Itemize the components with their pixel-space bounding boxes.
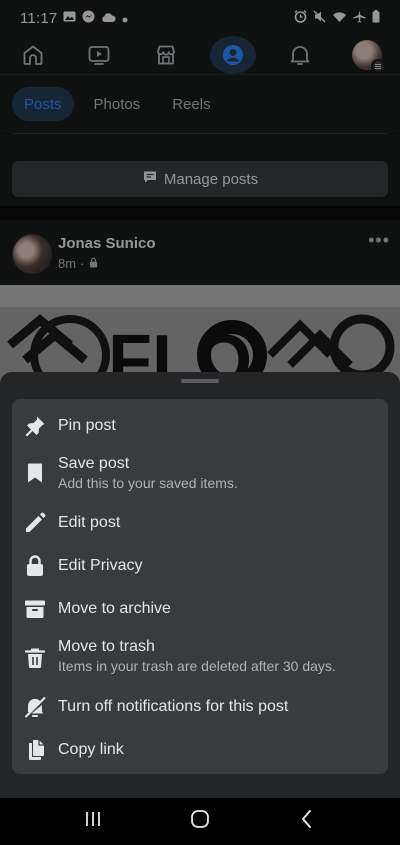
copy-icon [22,737,48,763]
menu-item-label: Move to archive [58,600,171,617]
menu-item-label: Turn off notifications for this post [58,698,289,715]
menu-item-subtitle: Items in your trash are deleted after 30… [58,658,336,674]
post-options-sheet: Pin post Save post Add this to your save… [0,372,400,798]
menu-item-save-post[interactable]: Save post Add this to your saved items. [12,451,388,495]
home-button-icon[interactable] [189,808,211,835]
menu-item-label: Edit post [58,514,121,531]
recents-icon[interactable] [82,808,104,835]
menu-item-label: Pin post [58,417,116,434]
archive-icon [22,596,48,622]
post-options-menu: Pin post Save post Add this to your save… [12,399,388,774]
menu-item-copy-link[interactable]: Copy link [12,733,388,767]
menu-item-turn-off-notifications[interactable]: Turn off notifications for this post [12,690,388,724]
system-nav-bar [0,798,400,845]
sheet-drag-handle[interactable] [181,379,219,383]
menu-item-label: Save post [58,455,130,472]
back-icon[interactable] [296,808,318,835]
pin-icon [22,413,48,439]
bookmark-icon [22,460,48,486]
bell-off-icon [22,694,48,720]
menu-item-move-to-archive[interactable]: Move to archive [12,592,388,626]
menu-item-label: Copy link [58,741,124,758]
menu-item-subtitle: Add this to your saved items. [58,475,238,491]
pencil-icon [22,510,48,536]
menu-item-move-to-trash[interactable]: Move to trash Items in your trash are de… [12,635,388,679]
menu-item-label: Edit Privacy [58,557,143,574]
trash-icon [22,645,48,671]
menu-item-edit-privacy[interactable]: Edit Privacy [12,549,388,583]
menu-item-pin-post[interactable]: Pin post [12,409,388,443]
menu-item-edit-post[interactable]: Edit post [12,506,388,540]
lock-icon [22,553,48,579]
menu-item-label: Move to trash [58,638,155,655]
